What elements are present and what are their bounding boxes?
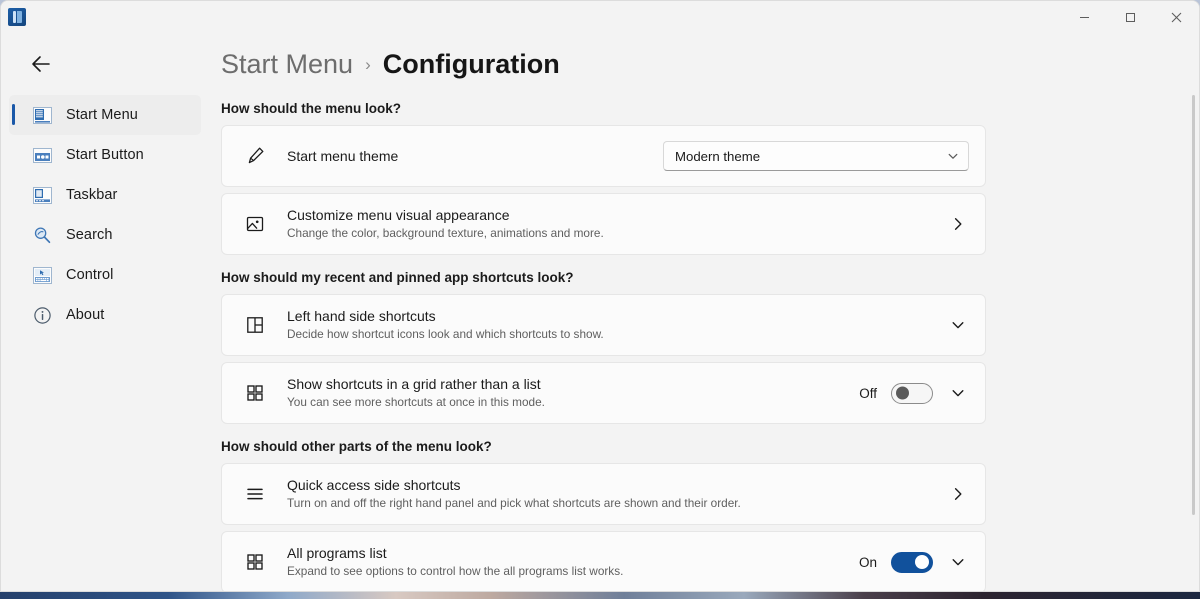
setting-title: Start menu theme — [287, 147, 399, 164]
setting-control: Off — [855, 382, 969, 404]
chevron-down-icon[interactable] — [947, 382, 969, 404]
setting-text: Customize menu visual appearance Change … — [287, 206, 947, 243]
grid-icon — [240, 551, 270, 573]
back-row — [1, 33, 209, 95]
back-button[interactable] — [23, 48, 59, 80]
sidebar-item-label: Start Menu — [66, 107, 138, 123]
image-icon — [240, 213, 270, 235]
window-controls — [1061, 1, 1199, 33]
setting-row-left-hand-shortcuts[interactable]: Left hand side shortcuts Decide how shor… — [221, 294, 986, 356]
grid-shortcuts-toggle[interactable] — [891, 382, 933, 404]
start-menu-icon — [31, 104, 53, 126]
start-menu-theme-dropdown[interactable]: Modern theme — [663, 141, 969, 171]
setting-subtitle: Decide how shortcut icons look and which… — [287, 327, 604, 342]
toggle-state-label: Off — [859, 385, 877, 401]
setting-title: Quick access side shortcuts — [287, 476, 461, 493]
setting-title: Customize menu visual appearance — [287, 206, 510, 223]
setting-title: Show shortcuts in a grid rather than a l… — [287, 375, 541, 392]
setting-control — [947, 314, 969, 336]
dropdown-value: Modern theme — [675, 148, 761, 164]
setting-row-customize-appearance[interactable]: Customize menu visual appearance Change … — [221, 193, 986, 255]
sidebar-item-control[interactable]: Control — [9, 255, 201, 295]
setting-title: Left hand side shortcuts — [287, 307, 436, 324]
back-arrow-icon — [32, 56, 50, 72]
setting-row-grid-shortcuts[interactable]: Show shortcuts in a grid rather than a l… — [221, 362, 986, 424]
breadcrumb-separator-icon: › — [365, 55, 371, 74]
search-icon — [31, 224, 53, 246]
chevron-down-icon[interactable] — [947, 314, 969, 336]
content-scrollbar[interactable] — [1191, 95, 1197, 585]
layout-panel-icon — [240, 314, 270, 336]
section-heading: How should other parts of the menu look? — [221, 439, 492, 454]
maximize-icon — [1125, 12, 1135, 22]
setting-text: Left hand side shortcuts Decide how shor… — [287, 307, 947, 344]
control-icon — [31, 264, 53, 286]
minimize-button[interactable] — [1061, 1, 1107, 33]
sidebar-item-taskbar[interactable]: Taskbar — [9, 175, 201, 215]
setting-text: Start menu theme — [287, 147, 663, 166]
setting-row-start-menu-theme[interactable]: Start menu theme Modern theme — [221, 125, 986, 187]
desktop-taskbar-strip — [0, 592, 1200, 599]
setting-subtitle: Expand to see options to control how the… — [287, 564, 624, 579]
window-body: Start Menu Start Button Taskbar Search C… — [1, 33, 1199, 591]
breadcrumb: Start Menu › Configuration — [221, 33, 1199, 95]
list-lines-icon — [240, 483, 270, 505]
setting-control — [947, 213, 969, 235]
chevron-right-icon[interactable] — [947, 213, 969, 235]
toggle-knob — [896, 386, 909, 400]
scrollbar-thumb[interactable] — [1192, 95, 1195, 515]
sidebar-item-label: Search — [66, 227, 113, 243]
close-button[interactable] — [1153, 1, 1199, 33]
page-title: Configuration — [382, 48, 560, 79]
app-icon — [8, 8, 26, 26]
taskbar-icon — [31, 184, 53, 206]
section-heading: How should the menu look? — [221, 101, 401, 116]
sidebar-item-label: About — [66, 307, 105, 323]
setting-text: Show shortcuts in a grid rather than a l… — [287, 375, 855, 412]
sidebar: Start Menu Start Button Taskbar Search C… — [1, 33, 209, 591]
toggle-state-label: On — [858, 554, 877, 570]
sidebar-item-label: Start Button — [66, 147, 144, 163]
sidebar-item-start-menu[interactable]: Start Menu — [9, 95, 201, 135]
info-icon — [31, 304, 53, 326]
chevron-down-icon — [947, 150, 959, 162]
setting-subtitle: You can see more shortcuts at once in th… — [287, 395, 545, 410]
title-bar — [1, 1, 1199, 33]
chevron-down-icon[interactable] — [947, 551, 969, 573]
sidebar-item-label: Taskbar — [66, 187, 118, 203]
close-icon — [1171, 12, 1181, 22]
toggle-knob — [915, 555, 929, 569]
sidebar-nav: Start Menu Start Button Taskbar Search C… — [1, 95, 209, 335]
section-heading: How should my recent and pinned app shor… — [221, 270, 574, 285]
maximize-button[interactable] — [1107, 1, 1153, 33]
grid-icon — [240, 382, 270, 404]
sidebar-item-search[interactable]: Search — [9, 215, 201, 255]
sidebar-item-about[interactable]: About — [9, 295, 201, 335]
content-inner: Start Menu › Configuration How should th… — [209, 33, 1199, 591]
breadcrumb-parent[interactable]: Start Menu — [221, 49, 353, 80]
setting-control — [947, 483, 969, 505]
chevron-right-icon[interactable] — [947, 483, 969, 505]
setting-row-quick-access-shortcuts[interactable]: Quick access side shortcuts Turn on and … — [221, 463, 986, 525]
setting-control: Modern theme — [663, 141, 969, 171]
setting-subtitle: Change the color, background texture, an… — [287, 226, 604, 241]
minimize-icon — [1079, 16, 1089, 18]
setting-title: All programs list — [287, 544, 387, 561]
sidebar-item-label: Control — [66, 267, 114, 283]
content-pane: Start Menu › Configuration How should th… — [209, 33, 1199, 591]
setting-text: All programs list Expand to see options … — [287, 544, 855, 581]
app-window: Start Menu Start Button Taskbar Search C… — [0, 0, 1200, 592]
sidebar-item-start-button[interactable]: Start Button — [9, 135, 201, 175]
setting-control: On — [855, 551, 969, 573]
start-button-icon — [31, 144, 53, 166]
paintbrush-icon — [240, 145, 270, 167]
all-programs-list-toggle[interactable] — [891, 551, 933, 573]
setting-row-all-programs-list[interactable]: All programs list Expand to see options … — [221, 531, 986, 591]
setting-subtitle: Turn on and off the right hand panel and… — [287, 496, 741, 511]
setting-text: Quick access side shortcuts Turn on and … — [287, 476, 947, 513]
